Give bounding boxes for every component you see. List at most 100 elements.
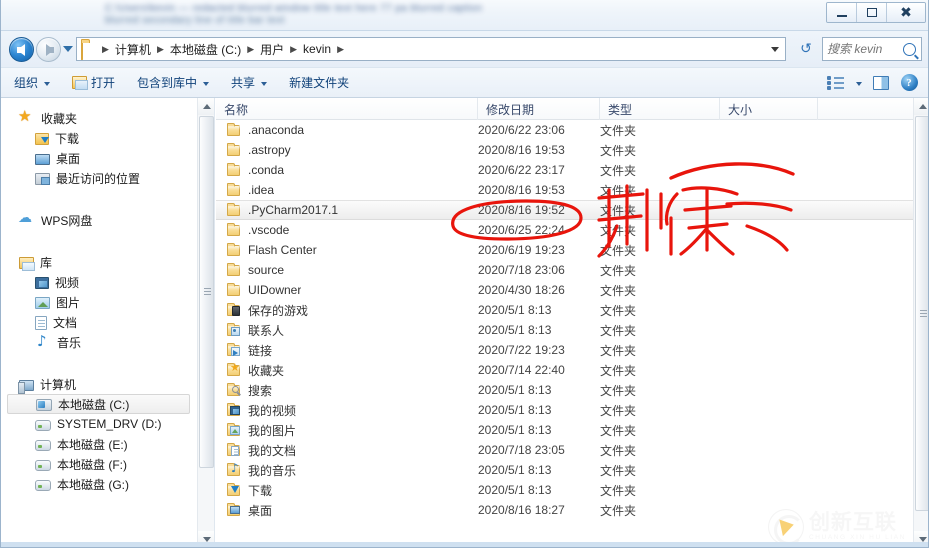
breadcrumb-separator: ▶ — [290, 43, 298, 54]
preview-pane-button[interactable] — [868, 71, 894, 94]
sidebar-item-computer[interactable]: 计算机 — [1, 374, 198, 394]
file-name: 桌面 — [248, 503, 273, 518]
table-row[interactable]: 我的音乐 2020/5/1 8:13 文件夹 — [216, 460, 913, 480]
back-button[interactable] — [9, 37, 34, 62]
help-button[interactable]: ? — [896, 71, 922, 94]
scroll-up-button[interactable] — [198, 98, 214, 115]
file-name: Flash Center — [248, 243, 317, 257]
search-icon — [903, 42, 916, 56]
toolbar-right-group: ? — [822, 71, 928, 94]
sidebar-item-local-disk-f[interactable]: 本地磁盘 (F:) — [1, 454, 198, 474]
new-folder-button[interactable]: 新建文件夹 — [280, 71, 358, 94]
sidebar-item-music[interactable]: 音乐 — [1, 332, 198, 352]
breadcrumb-item-kevin[interactable]: kevin — [300, 40, 334, 58]
include-in-library-button[interactable]: 包含到库中 — [128, 71, 218, 94]
column-header-blank[interactable] — [818, 98, 913, 120]
file-date: 2020/5/1 8:13 — [478, 323, 552, 337]
breadcrumb-separator: ▶ — [337, 43, 344, 54]
chevron-down-icon[interactable] — [771, 47, 779, 52]
file-list-scrollbar[interactable] — [913, 98, 928, 547]
sidebar-item-system-drv-d[interactable]: SYSTEM_DRV (D:) — [1, 414, 198, 434]
computer-icon — [18, 379, 34, 394]
close-button[interactable]: ✖ — [887, 3, 925, 22]
file-name: 我的视频 — [248, 403, 297, 418]
file-name: source — [248, 263, 285, 277]
nav-group-favorites: 收藏夹 下载 桌面 最近访问的位置 — [1, 107, 198, 188]
drive-icon — [35, 480, 51, 491]
scroll-up-button[interactable] — [914, 98, 928, 115]
breadcrumb-item-computer[interactable]: 计算机 — [112, 39, 154, 60]
star-icon — [18, 107, 35, 126]
music-library-icon — [35, 332, 51, 350]
maximize-button[interactable] — [857, 3, 887, 22]
file-type: 文件夹 — [600, 263, 637, 278]
share-button[interactable]: 共享 — [222, 71, 276, 94]
table-row[interactable]: .anaconda 2020/6/22 23:06 文件夹 — [216, 120, 913, 140]
file-type: 文件夹 — [600, 163, 637, 178]
table-row[interactable]: Flash Center 2020/6/19 19:23 文件夹 — [216, 240, 913, 260]
address-bar[interactable]: ▶ 计算机 ▶ 本地磁盘 (C:) ▶ 用户 ▶ kevin ▶ — [76, 37, 786, 61]
sidebar-item-favorites[interactable]: 收藏夹 — [1, 107, 198, 128]
table-row[interactable]: 下载 2020/5/1 8:13 文件夹 — [216, 480, 913, 500]
column-header-type[interactable]: 类型 — [600, 98, 720, 120]
sidebar-item-wps-cloud[interactable]: WPS网盘 — [1, 210, 198, 230]
sidebar-item-videos[interactable]: 视频 — [1, 272, 198, 292]
table-row[interactable]: 联系人 2020/5/1 8:13 文件夹 — [216, 320, 913, 340]
table-row[interactable]: .astropy 2020/8/16 19:53 文件夹 — [216, 140, 913, 160]
sidebar-item-libraries[interactable]: 库 — [1, 252, 198, 272]
column-header-date-modified[interactable]: 修改日期 — [478, 98, 600, 120]
file-type: 文件夹 — [600, 323, 637, 338]
scrollbar-thumb[interactable] — [915, 116, 928, 511]
table-row[interactable]: 保存的游戏 2020/5/1 8:13 文件夹 — [216, 300, 913, 320]
sidebar-item-pictures[interactable]: 图片 — [1, 292, 198, 312]
table-row[interactable]: 桌面 2020/8/16 18:27 文件夹 — [216, 500, 913, 520]
change-view-dropdown[interactable] — [850, 71, 866, 94]
sidebar-item-downloads[interactable]: 下载 — [1, 128, 198, 148]
navigation-pane-scrollbar[interactable] — [197, 98, 214, 547]
window-bottom-edge — [1, 542, 928, 547]
sidebar-item-local-disk-e[interactable]: 本地磁盘 (E:) — [1, 434, 198, 454]
column-header-name[interactable]: 名称 — [216, 98, 478, 120]
open-button[interactable]: 打开 — [63, 71, 124, 94]
table-row[interactable]: 我的图片 2020/5/1 8:13 文件夹 — [216, 420, 913, 440]
column-header-row: 名称 修改日期 类型 大小 — [216, 98, 913, 120]
search-input[interactable] — [827, 42, 903, 56]
breadcrumb-item-users[interactable]: 用户 — [257, 39, 287, 60]
breadcrumb-item-local-disk-c[interactable]: 本地磁盘 (C:) — [167, 39, 244, 60]
address-folder-icon — [81, 40, 98, 60]
table-row[interactable]: 我的视频 2020/5/1 8:13 文件夹 — [216, 400, 913, 420]
recent-pages-dropdown-icon[interactable] — [63, 46, 73, 52]
minimize-button[interactable] — [827, 3, 857, 22]
table-row[interactable]: .conda 2020/6/22 23:17 文件夹 — [216, 160, 913, 180]
file-type: 文件夹 — [600, 343, 637, 358]
table-row[interactable]: UIDowner 2020/4/30 18:26 文件夹 — [216, 280, 913, 300]
table-row[interactable]: 链接 2020/7/22 19:23 文件夹 — [216, 340, 913, 360]
sidebar-item-documents[interactable]: 文档 — [1, 312, 198, 332]
forward-button[interactable] — [36, 37, 61, 62]
sidebar-item-recent-places[interactable]: 最近访问的位置 — [1, 168, 198, 188]
contacts-folder-icon — [226, 323, 242, 337]
table-row[interactable]: source 2020/7/18 23:06 文件夹 — [216, 260, 913, 280]
table-row[interactable]: 收藏夹 2020/7/14 22:40 文件夹 — [216, 360, 913, 380]
sidebar-item-local-disk-c[interactable]: 本地磁盘 (C:) — [7, 394, 190, 414]
scrollbar-thumb[interactable] — [199, 116, 214, 468]
table-row[interactable]: .vscode 2020/6/25 22:24 文件夹 — [216, 220, 913, 240]
organize-button[interactable]: 组织 — [5, 71, 59, 94]
chevron-down-icon — [203, 81, 210, 86]
change-view-button[interactable] — [822, 71, 848, 94]
column-header-size[interactable]: 大小 — [720, 98, 818, 120]
refresh-icon[interactable]: ↺ — [794, 37, 818, 61]
sidebar-item-desktop[interactable]: 桌面 — [1, 148, 198, 168]
recent-places-icon — [35, 172, 50, 185]
sidebar-item-local-disk-g[interactable]: 本地磁盘 (G:) — [1, 474, 198, 494]
nav-group-libraries: 库 视频 图片 文档 音 — [1, 252, 198, 352]
document-library-icon — [35, 315, 47, 330]
picture-library-icon — [35, 297, 50, 309]
table-row[interactable]: 搜索 2020/5/1 8:13 文件夹 — [216, 380, 913, 400]
search-box[interactable] — [822, 37, 922, 61]
file-date: 2020/6/22 23:06 — [478, 123, 565, 137]
table-row[interactable]: 我的文档 2020/7/18 23:05 文件夹 — [216, 440, 913, 460]
file-date: 2020/5/1 8:13 — [478, 403, 552, 417]
table-row[interactable]: .idea 2020/8/16 19:53 文件夹 — [216, 180, 913, 200]
table-row-selected[interactable]: .PyCharm2017.1 2020/8/16 19:52 文件夹 — [216, 200, 913, 220]
